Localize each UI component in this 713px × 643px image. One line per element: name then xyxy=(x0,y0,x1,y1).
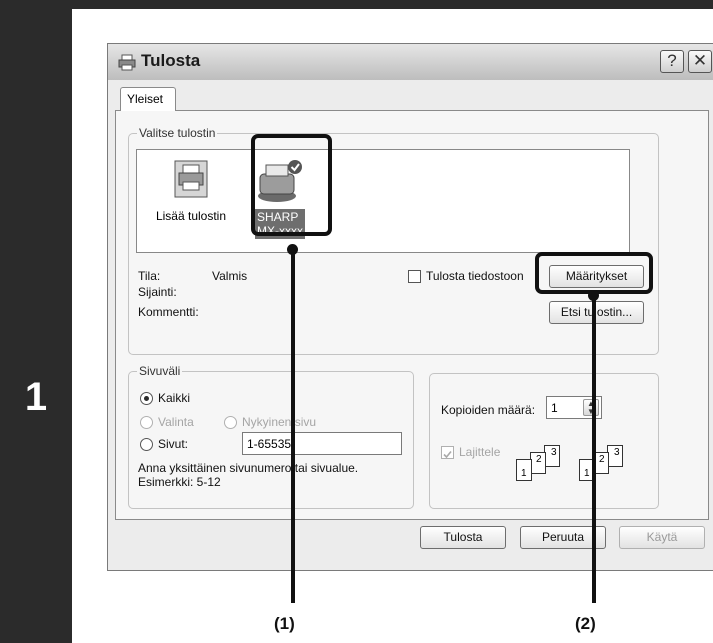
callout-label-2: (2) xyxy=(575,614,596,633)
print-button[interactable]: Tulosta xyxy=(420,526,506,549)
collate-page: 2 xyxy=(530,452,546,474)
step-number: 1 xyxy=(24,375,48,419)
collate-set-2: 3 2 1 xyxy=(579,445,629,485)
collate-label: Lajittele xyxy=(459,445,501,459)
print-to-file-label: Tulosta tiedostoon xyxy=(426,269,524,283)
all-pages-label: Kaikki xyxy=(158,391,191,405)
status-label: Tila: xyxy=(138,269,161,283)
close-button[interactable]: ✕ xyxy=(688,50,712,73)
print-to-file-checkbox[interactable] xyxy=(408,270,421,283)
collate-page: 3 xyxy=(544,445,560,467)
callout-line-2 xyxy=(592,296,596,603)
current-page-radio[interactable] xyxy=(224,416,237,429)
add-printer-item[interactable]: Lisää tulostin xyxy=(147,160,235,225)
all-pages-radio[interactable] xyxy=(140,392,153,405)
help-button[interactable]: ? xyxy=(660,50,684,73)
add-printer-icon xyxy=(174,160,208,198)
add-printer-label: Lisää tulostin xyxy=(155,209,227,223)
spinner-arrows-icon[interactable]: ▲ ▼ xyxy=(583,399,599,416)
printer-list[interactable]: Lisää tulostin SHARP MX-xxxx xyxy=(136,149,630,253)
callout-label-1: (1) xyxy=(274,614,295,633)
dialog-titlebar: Tulosta ? ✕ xyxy=(108,44,713,80)
dialog-title: Tulosta xyxy=(141,51,201,70)
collate-checkbox[interactable] xyxy=(441,446,454,459)
callout-box-2 xyxy=(535,252,653,294)
location-label: Sijainti: xyxy=(138,285,177,299)
selection-label: Valinta xyxy=(158,415,194,429)
apply-button[interactable]: Käytä xyxy=(619,526,705,549)
page-range-hint-1: Anna yksittäinen sivunumero tai sivualue… xyxy=(138,461,359,475)
pages-input-value: 1-65535 xyxy=(247,437,292,451)
current-page-label: Nykyinen sivu xyxy=(242,415,317,429)
status-value: Valmis xyxy=(212,269,248,283)
print-dialog: Tulosta ? ✕ Yleiset Valitse tulostin Lis… xyxy=(107,43,713,571)
general-panel: Valitse tulostin Lisää tulostin SHARP MX… xyxy=(115,110,709,520)
collate-page: 1 xyxy=(516,459,532,481)
copies-group xyxy=(429,373,659,509)
callout-line-1 xyxy=(291,250,295,603)
copies-label: Kopioiden määrä: xyxy=(441,403,536,417)
pages-input[interactable]: 1-65535 xyxy=(242,432,402,455)
callout-box-1 xyxy=(251,134,332,236)
page-range-legend: Sivuväli xyxy=(137,364,183,378)
page-range-hint-2: Esimerkki: 5-12 xyxy=(138,475,221,489)
copies-value: 1 xyxy=(551,401,558,415)
checkmark-icon xyxy=(443,450,452,459)
pages-label: Sivut: xyxy=(158,437,189,451)
comment-label: Kommentti: xyxy=(138,305,199,319)
collate-page: 3 xyxy=(607,445,623,467)
printer-title-icon xyxy=(118,54,136,71)
selection-radio[interactable] xyxy=(140,416,153,429)
find-printer-button[interactable]: Etsi tulostin... xyxy=(549,301,644,324)
printer-group-legend: Valitse tulostin xyxy=(137,126,218,140)
tab-general[interactable]: Yleiset xyxy=(120,87,176,111)
collate-set-1: 3 2 1 xyxy=(516,445,566,485)
step-sidebar: 1 xyxy=(0,0,72,643)
pages-radio[interactable] xyxy=(140,438,153,451)
top-rule xyxy=(72,0,713,9)
